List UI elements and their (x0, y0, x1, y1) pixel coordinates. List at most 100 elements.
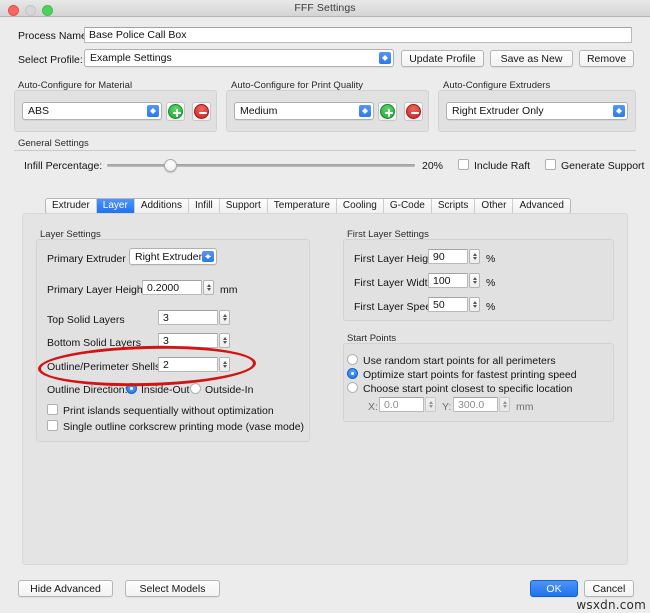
generate-support-label: Generate Support (561, 160, 645, 172)
remove-profile-button[interactable]: Remove (579, 50, 634, 67)
outline-direction-outside-in-radio[interactable] (190, 383, 201, 394)
infill-percentage-value: 20% (422, 160, 444, 172)
generate-support-checkbox[interactable] (545, 159, 556, 170)
primary-extruder-label: Primary Extruder (47, 253, 126, 265)
include-raft-label: Include Raft (474, 160, 531, 172)
first-layer-height-unit: % (486, 253, 496, 265)
start-point-unit: mm (516, 401, 534, 413)
infill-slider-track[interactable] (107, 164, 415, 167)
minus-icon (406, 104, 421, 119)
add-material-button[interactable] (166, 102, 185, 121)
bottom-solid-layers-stepper[interactable] (219, 333, 230, 348)
settings-tabstrip[interactable]: Extruder Layer Additions Infill Support … (45, 198, 571, 214)
print-islands-label: Print islands sequentially without optim… (63, 405, 274, 417)
tab-other[interactable]: Other (475, 199, 514, 213)
primary-extruder-dropdown[interactable]: Right Extruder (129, 248, 217, 265)
process-name-label: Process Name: (18, 30, 90, 42)
select-profile-value: Example Settings (90, 52, 172, 64)
infill-slider-thumb[interactable] (164, 159, 177, 172)
start-point-closest-radio[interactable] (347, 382, 358, 393)
tab-advanced[interactable]: Advanced (513, 199, 569, 213)
window-title: FFF Settings (294, 2, 356, 14)
primary-layer-height-stepper[interactable] (203, 280, 214, 295)
tab-gcode[interactable]: G-Code (384, 199, 432, 213)
update-profile-button[interactable]: Update Profile (401, 50, 484, 67)
ok-button[interactable]: OK (530, 580, 578, 597)
start-point-y-input[interactable]: 300.0 (453, 397, 498, 412)
watermark-text: wsxdn.com (576, 598, 646, 612)
minus-icon (194, 104, 209, 119)
select-models-button[interactable]: Select Models (125, 580, 220, 597)
start-point-x-input[interactable]: 0.0 (379, 397, 424, 412)
first-layer-height-label: First Layer Height (354, 253, 437, 265)
primary-layer-height-input[interactable]: 0.2000 (142, 280, 202, 295)
primary-extruder-value: Right Extruder (135, 251, 203, 263)
vase-mode-checkbox[interactable] (47, 420, 58, 431)
select-profile-label: Select Profile: (18, 54, 83, 66)
plus-icon (380, 104, 395, 119)
select-profile-dropdown[interactable]: Example Settings (84, 49, 394, 67)
start-point-x-stepper[interactable] (425, 397, 436, 412)
top-solid-layers-label: Top Solid Layers (47, 314, 125, 326)
chevron-updown-icon (613, 105, 625, 117)
outline-perimeter-shells-stepper[interactable] (219, 357, 230, 372)
first-layer-width-stepper[interactable] (469, 273, 480, 288)
fff-settings-window: FFF Settings Process Name: Base Police C… (0, 0, 650, 613)
outline-perimeter-shells-label: Outline/Perimeter Shells (47, 361, 161, 373)
extruders-value: Right Extruder Only (452, 105, 544, 117)
material-dropdown[interactable]: ABS (22, 102, 162, 120)
general-settings-divider (14, 150, 636, 151)
first-layer-speed-label: First Layer Speed (354, 301, 437, 313)
outline-direction-outside-in-label: Outside-In (205, 384, 254, 396)
tab-infill[interactable]: Infill (189, 199, 220, 213)
vase-mode-label: Single outline corkscrew printing mode (… (63, 421, 305, 433)
window-titlebar: FFF Settings (0, 0, 650, 17)
first-layer-height-input[interactable]: 90 (428, 249, 468, 264)
save-as-new-button[interactable]: Save as New (490, 50, 573, 67)
process-name-input[interactable]: Base Police Call Box (84, 27, 632, 43)
tab-temperature[interactable]: Temperature (268, 199, 337, 213)
first-layer-height-stepper[interactable] (469, 249, 480, 264)
tab-additions[interactable]: Additions (135, 199, 189, 213)
top-solid-layers-stepper[interactable] (219, 310, 230, 325)
include-raft-checkbox[interactable] (458, 159, 469, 170)
first-layer-width-label: First Layer Width (354, 277, 434, 289)
infill-percentage-label: Infill Percentage: (24, 160, 103, 172)
chevron-updown-icon (359, 105, 371, 117)
start-point-random-radio[interactable] (347, 354, 358, 365)
cancel-button[interactable]: Cancel (584, 580, 634, 597)
print-islands-checkbox[interactable] (47, 404, 58, 415)
top-solid-layers-input[interactable]: 3 (158, 310, 218, 325)
first-layer-width-input[interactable]: 100 (428, 273, 468, 288)
add-quality-button[interactable] (378, 102, 397, 121)
tab-scripts[interactable]: Scripts (432, 199, 476, 213)
outline-direction-label: Outline Direction: (47, 384, 128, 396)
general-settings-title: General Settings (18, 138, 89, 149)
material-value: ABS (28, 105, 50, 117)
tab-layer[interactable]: Layer (96, 199, 135, 213)
bottom-solid-layers-label: Bottom Solid Layers (47, 337, 141, 349)
start-point-random-label: Use random start points for all perimete… (363, 355, 556, 367)
first-layer-speed-unit: % (486, 301, 496, 313)
tab-support[interactable]: Support (220, 199, 268, 213)
start-point-y-stepper[interactable] (499, 397, 510, 412)
start-point-optimize-radio[interactable] (347, 368, 358, 379)
bottom-solid-layers-input[interactable]: 3 (158, 333, 218, 348)
chevron-updown-icon (379, 52, 391, 64)
remove-material-button[interactable] (192, 102, 211, 121)
hide-advanced-button[interactable]: Hide Advanced (18, 580, 113, 597)
first-layer-speed-input[interactable]: 50 (428, 297, 468, 312)
outline-perimeter-shells-input[interactable]: 2 (158, 357, 218, 372)
chevron-updown-icon (202, 251, 214, 262)
remove-quality-button[interactable] (404, 102, 423, 121)
tab-cooling[interactable]: Cooling (337, 199, 384, 213)
tab-extruder[interactable]: Extruder (46, 199, 97, 213)
first-layer-speed-stepper[interactable] (469, 297, 480, 312)
outline-direction-inside-out-label: Inside-Out (141, 384, 190, 396)
primary-layer-height-unit: mm (220, 284, 238, 296)
extruders-dropdown[interactable]: Right Extruder Only (446, 102, 628, 120)
chevron-updown-icon (147, 105, 159, 117)
first-layer-width-unit: % (486, 277, 496, 289)
print-quality-dropdown[interactable]: Medium (234, 102, 374, 120)
outline-direction-inside-out-radio[interactable] (126, 383, 137, 394)
